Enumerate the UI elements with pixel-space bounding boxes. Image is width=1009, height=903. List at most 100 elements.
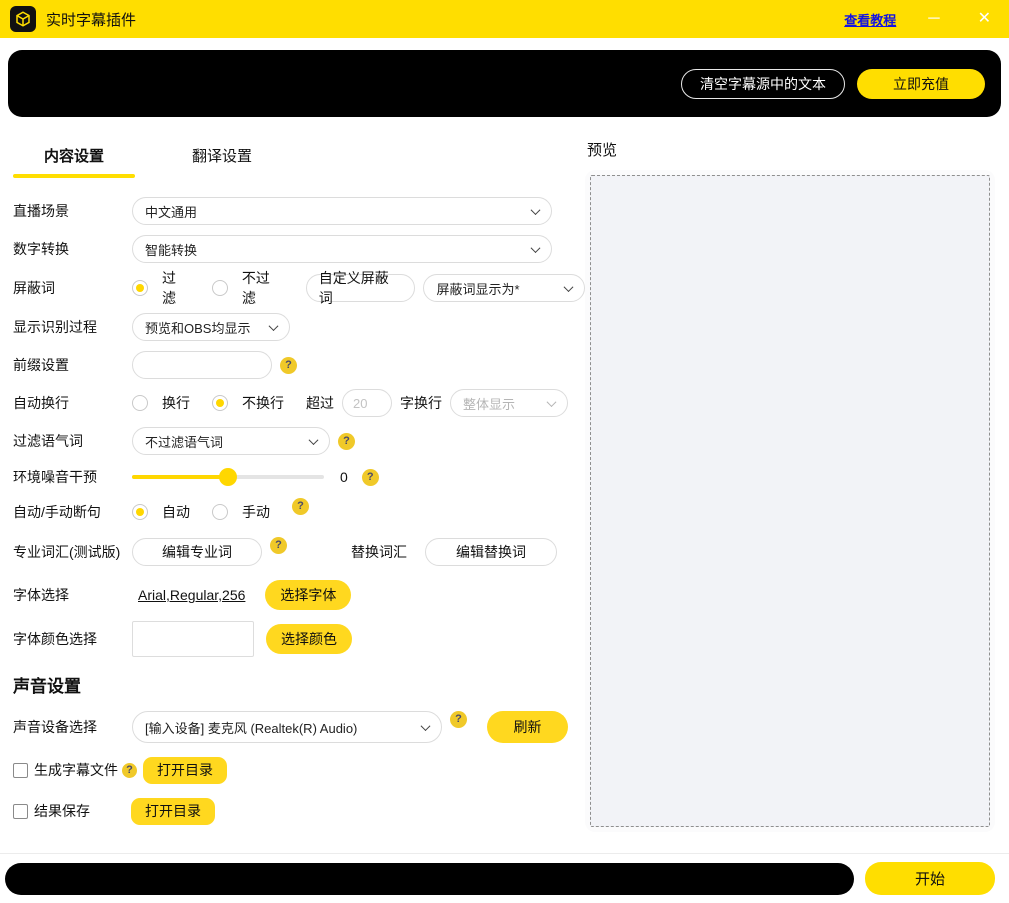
blocked-words-display-select[interactable]: 屏蔽词显示为*: [423, 274, 585, 302]
open-subtitle-dir-button[interactable]: 打开目录: [143, 757, 227, 784]
sound-device-label: 声音设备选择: [13, 717, 132, 737]
help-icon[interactable]: ?: [292, 498, 309, 515]
number-conversion-label: 数字转换: [13, 239, 132, 259]
app-window: 实时字幕插件 查看教程 ─ ✕ 清空字幕源中的文本 立即充值 内容设置 翻译设置…: [0, 0, 1009, 903]
top-banner: 清空字幕源中的文本 立即充值: [8, 50, 1001, 117]
row-professional-words: 专业词汇(测试版) 编辑专业词 ? 替换词汇 编辑替换词: [13, 530, 585, 574]
blocked-words-display-value: 屏蔽词显示为*: [436, 279, 519, 298]
row-result-save: 结果保存 打开目录: [13, 791, 585, 831]
open-result-dir-button[interactable]: 打开目录: [131, 798, 215, 825]
recognition-process-select[interactable]: 预览和OBS均显示: [132, 313, 290, 341]
select-font-button[interactable]: 选择字体: [265, 580, 351, 610]
radio-filter-label[interactable]: 过滤: [162, 268, 190, 308]
wrap-count-input[interactable]: [342, 389, 392, 417]
radio-wrap-label[interactable]: 换行: [162, 393, 190, 413]
tutorial-link[interactable]: 查看教程: [844, 10, 896, 29]
preview-container: [585, 170, 995, 832]
help-icon[interactable]: ?: [338, 433, 355, 450]
row-blocked-words: 屏蔽词 过滤 不过滤 自定义屏蔽词 屏蔽词显示为*: [13, 268, 585, 308]
radio-filter[interactable]: [132, 280, 148, 296]
prefix-label: 前缀设置: [13, 355, 132, 375]
wrap-display-select[interactable]: 整体显示: [450, 389, 568, 417]
recognition-process-label: 显示识别过程: [13, 317, 132, 337]
help-icon[interactable]: ?: [122, 763, 137, 778]
live-scene-label: 直播场景: [13, 201, 132, 221]
row-sound-device: 声音设备选择 [输入设备] 麦克风 (Realtek(R) Audio) ? 刷…: [13, 705, 585, 749]
close-button[interactable]: ✕: [972, 9, 997, 29]
help-icon[interactable]: ?: [450, 711, 467, 728]
recharge-button[interactable]: 立即充值: [857, 69, 985, 99]
settings-tabs: 内容设置 翻译设置: [13, 137, 585, 178]
cube-icon: [14, 10, 32, 28]
radio-manual-break-label[interactable]: 手动: [242, 502, 270, 522]
subtitle-output-bar: [5, 863, 854, 895]
app-title: 实时字幕插件: [46, 9, 136, 30]
subtitle-file-label[interactable]: 生成字幕文件: [34, 760, 118, 780]
sentence-break-label: 自动/手动断句: [13, 502, 132, 522]
radio-manual-break[interactable]: [212, 504, 228, 520]
live-scene-select[interactable]: 中文通用: [132, 197, 552, 225]
filler-filter-value: 不过滤语气词: [145, 432, 223, 451]
select-color-button[interactable]: 选择颜色: [266, 624, 352, 654]
tab-translation-settings[interactable]: 翻译设置: [161, 137, 283, 178]
help-icon[interactable]: ?: [362, 469, 379, 486]
blocked-words-label: 屏蔽词: [13, 278, 132, 298]
recognition-process-value: 预览和OBS均显示: [145, 318, 250, 337]
custom-blocked-words-button[interactable]: 自定义屏蔽词: [306, 274, 416, 302]
radio-no-filter[interactable]: [212, 280, 228, 296]
clear-subtitle-text-button[interactable]: 清空字幕源中的文本: [681, 69, 845, 99]
radio-auto-break-label[interactable]: 自动: [162, 502, 190, 522]
row-noise: 环境噪音干预 0 ?: [13, 460, 585, 494]
font-color-label: 字体颜色选择: [13, 629, 132, 649]
radio-wrap[interactable]: [132, 395, 148, 411]
chars-wrap-label: 字换行: [400, 393, 442, 413]
edit-professional-words-button[interactable]: 编辑专业词: [132, 538, 262, 566]
sound-device-select[interactable]: [输入设备] 麦克风 (Realtek(R) Audio): [132, 711, 442, 743]
live-scene-value: 中文通用: [145, 202, 197, 221]
row-live-scene: 直播场景 中文通用: [13, 192, 585, 230]
radio-no-wrap-label[interactable]: 不换行: [242, 393, 284, 413]
chevron-down-icon: [421, 721, 431, 731]
over-label: 超过: [306, 393, 334, 413]
radio-no-wrap[interactable]: [212, 395, 228, 411]
subtitle-file-checkbox[interactable]: [13, 763, 28, 778]
minimize-button[interactable]: ─: [922, 9, 945, 29]
chevron-down-icon: [269, 321, 279, 331]
noise-label: 环境噪音干预: [13, 467, 132, 487]
chevron-down-icon: [547, 397, 557, 407]
noise-value: 0: [340, 469, 348, 485]
help-icon[interactable]: ?: [270, 537, 287, 554]
chevron-down-icon: [309, 435, 319, 445]
row-prefix: 前缀设置 ?: [13, 346, 585, 384]
filler-filter-label: 过滤语气词: [13, 431, 132, 451]
prefix-input[interactable]: [132, 351, 272, 379]
number-conversion-select[interactable]: 智能转换: [132, 235, 552, 263]
noise-slider[interactable]: [132, 468, 324, 486]
sound-device-value: [输入设备] 麦克风 (Realtek(R) Audio): [145, 718, 357, 737]
sound-settings-title: 声音设置: [13, 672, 585, 697]
slider-fill: [132, 475, 228, 479]
edit-replace-words-button[interactable]: 编辑替换词: [425, 538, 557, 566]
font-color-input[interactable]: [132, 621, 254, 657]
row-recognition-process: 显示识别过程 预览和OBS均显示: [13, 308, 585, 346]
result-save-label[interactable]: 结果保存: [34, 801, 90, 821]
row-sentence-break: 自动/手动断句 自动 手动 ?: [13, 494, 585, 530]
result-save-checkbox[interactable]: [13, 804, 28, 819]
preview-panel: 预览: [585, 137, 1009, 832]
row-font-select: 字体选择 Arial,Regular,256 选择字体: [13, 574, 585, 616]
font-select-label: 字体选择: [13, 585, 132, 605]
preview-box: [590, 175, 990, 827]
app-logo-icon: [10, 6, 36, 32]
start-button[interactable]: 开始: [865, 862, 995, 895]
chevron-down-icon: [531, 243, 541, 253]
help-icon[interactable]: ?: [280, 357, 297, 374]
tab-content-settings[interactable]: 内容设置: [13, 137, 135, 178]
filler-filter-select[interactable]: 不过滤语气词: [132, 427, 330, 455]
current-font-link[interactable]: Arial,Regular,256: [138, 587, 245, 603]
row-filler-filter: 过滤语气词 不过滤语气词 ?: [13, 422, 585, 460]
slider-thumb[interactable]: [219, 468, 237, 486]
radio-auto-break[interactable]: [132, 504, 148, 520]
wrap-display-value: 整体显示: [463, 394, 515, 413]
radio-no-filter-label[interactable]: 不过滤: [242, 268, 284, 308]
refresh-button[interactable]: 刷新: [487, 711, 568, 743]
